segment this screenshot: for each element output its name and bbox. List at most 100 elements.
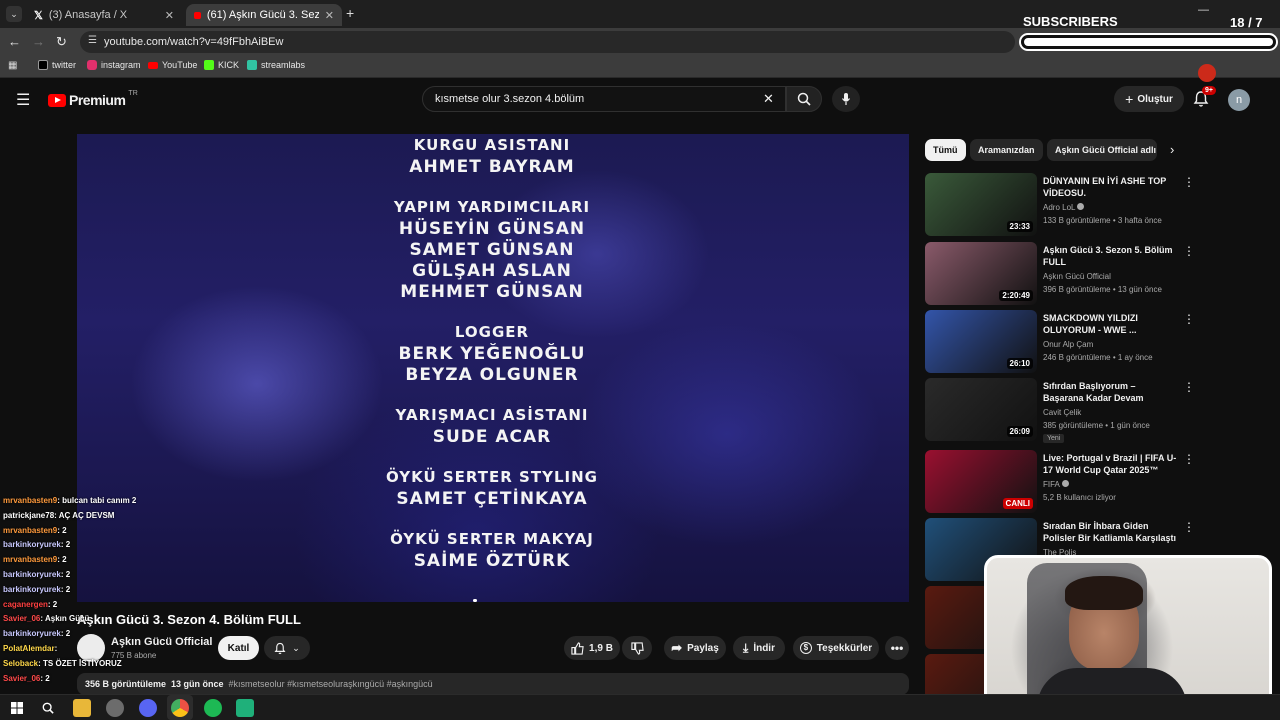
recommended-video[interactable]: 2:20:49 Aşkın Gücü 3. Sezon 5. Bölüm FULL…	[925, 242, 1255, 306]
channel-avatar[interactable]	[77, 634, 105, 662]
share-button[interactable]: ➦ Paylaş	[664, 636, 726, 660]
bookmark-instagram[interactable]: instagram	[87, 60, 141, 70]
chat-message: caganergen: 2	[3, 600, 57, 609]
video-thumbnail[interactable]: 23:33	[925, 173, 1037, 236]
credit-role: YAPIM YARDIMCILARI	[393, 198, 591, 216]
account-avatar[interactable]: n	[1228, 89, 1250, 111]
recommended-title[interactable]: Aşkın Gücü 3. Sezon 5. Bölüm FULL	[1043, 244, 1177, 268]
tab-twitter[interactable]: 𝕏 (3) Anasayfa / X ✕	[26, 4, 182, 26]
clear-search-icon[interactable]: ✕	[763, 91, 774, 107]
more-vertical-icon[interactable]: ⋮	[1183, 380, 1195, 394]
minimize-window-icon[interactable]: —	[1198, 4, 1209, 16]
chat-text: : Aşkın Gücü	[40, 614, 90, 624]
search-input[interactable]: kısmetse olur 3.sezon 4.bölüm ✕	[422, 86, 786, 112]
notifications-button[interactable]: 9+	[1193, 86, 1216, 108]
progress-scrubber[interactable]	[473, 599, 477, 602]
back-icon[interactable]: ←	[8, 34, 21, 49]
recommended-meta: 133 B görüntüleme • 3 hafta önce	[1043, 216, 1162, 225]
recommended-title[interactable]: Sıradan Bir İhbara Giden Polisler Bir Ka…	[1043, 520, 1177, 544]
credit-name: MEHMET GÜNSAN	[400, 282, 584, 302]
recommended-video[interactable]: 26:09 Sıfırdan Başlıyorum – Başarana Kada…	[925, 378, 1255, 443]
search-icon[interactable]	[39, 699, 57, 717]
chat-text: : 2	[40, 673, 50, 683]
recommended-channel[interactable]: Onur Alp Çam	[1043, 340, 1093, 349]
join-button[interactable]: Katıl	[218, 636, 259, 660]
subscription-bell-button[interactable]: ⌄	[264, 636, 310, 660]
menu-icon[interactable]: ☰	[16, 90, 30, 110]
recommended-channel[interactable]: FIFA	[1043, 480, 1069, 489]
x-logo-icon	[38, 60, 48, 70]
windows-start-icon[interactable]	[8, 699, 26, 717]
address-bar[interactable]: ☰ youtube.com/watch?v=49fFbhAiBEw	[80, 31, 1015, 53]
tab-list-button[interactable]: ⌄	[6, 6, 22, 22]
recommended-video[interactable]: 26:10 SMACKDOWN YILDIZI OLUYORUM - WWE ..…	[925, 310, 1255, 374]
app-launcher-icon[interactable]	[236, 699, 254, 717]
recommended-channel[interactable]: Aşkın Gücü Official	[1043, 272, 1111, 281]
duration-badge: 26:09	[1006, 426, 1033, 437]
youtube-logo[interactable]: Premium TR	[48, 90, 138, 108]
kick-icon	[204, 60, 214, 70]
reload-icon[interactable]: ↻	[56, 34, 67, 50]
channel-name[interactable]: Aşkın Gücü Official	[111, 636, 212, 648]
video-thumbnail[interactable]: 26:10	[925, 310, 1037, 373]
recommended-title[interactable]: SMACKDOWN YILDIZI OLUYORUM - WWE ...	[1043, 312, 1177, 336]
more-vertical-icon[interactable]: ⋮	[1183, 175, 1195, 189]
recommended-title[interactable]: Sıfırdan Başlıyorum – Başarana Kadar Dev…	[1043, 380, 1177, 404]
site-info-icon[interactable]: ☰	[88, 35, 97, 46]
video-player[interactable]: KURGU ASISTANI AHMET BAYRAM YAPIM YARDIMCI…	[77, 134, 909, 602]
tab-youtube-video[interactable]: (61) Aşkın Gücü 3. Sezon 4. Bölü ✕	[186, 4, 342, 26]
close-tab-icon[interactable]: ✕	[325, 9, 334, 22]
new-tab-button[interactable]: +	[346, 5, 354, 21]
chip-from-your-search[interactable]: Aramanızdan	[970, 139, 1043, 161]
forward-icon[interactable]: →	[32, 34, 45, 49]
dislike-button[interactable]	[622, 636, 652, 660]
create-button[interactable]: + Oluştur	[1114, 86, 1184, 112]
recommended-video[interactable]: CANLI Live: Portugal v Brazil | FIFA U-17…	[925, 450, 1255, 514]
chip-channel[interactable]: Aşkın Gücü Official adlı	[1047, 139, 1157, 161]
voice-search-button[interactable]	[832, 86, 860, 112]
more-vertical-icon[interactable]: ⋮	[1183, 244, 1195, 258]
recommended-title[interactable]: DÜNYANIN EN İYİ ASHE TOP VİDEOSU.	[1043, 175, 1177, 199]
like-button[interactable]: 1,9 B	[564, 636, 620, 660]
video-thumbnail[interactable]: 26:09	[925, 378, 1037, 441]
recommended-channel[interactable]: Cavit Çelik	[1043, 408, 1081, 417]
verified-icon	[1077, 203, 1085, 210]
upload-age: 13 gün önce	[171, 679, 224, 689]
bookmark-kick[interactable]: KICK	[204, 60, 239, 70]
description-box[interactable]: 356 B görüntüleme 13 gün önce #kısmetseo…	[77, 673, 909, 695]
chat-text: : bulcan tabi canım 2	[57, 496, 137, 505]
recommended-title[interactable]: Live: Portugal v Brazil | FIFA U-17 Worl…	[1043, 452, 1177, 476]
close-tab-icon[interactable]: ✕	[165, 9, 174, 22]
chat-text: : TS ÖZET İSTİYORUZ	[38, 658, 122, 668]
video-thumbnail[interactable]: CANLI	[925, 450, 1037, 513]
thumbs-down-icon	[630, 641, 644, 655]
bookmark-youtube[interactable]: YouTube	[148, 60, 197, 70]
bookmark-streamlabs[interactable]: streamlabs	[247, 60, 305, 70]
file-explorer-icon[interactable]	[73, 699, 91, 717]
download-button[interactable]: ⤓ İndir	[733, 636, 785, 660]
spotify-icon[interactable]	[204, 699, 222, 717]
video-title: Aşkın Gücü 3. Sezon 4. Bölüm FULL	[77, 612, 301, 627]
more-vertical-icon[interactable]: ⋮	[1183, 452, 1195, 466]
search-button[interactable]	[786, 86, 822, 112]
chat-username: barkinkoryurek	[3, 629, 61, 639]
more-actions-button[interactable]: •••	[885, 636, 909, 660]
video-thumbnail[interactable]: 2:20:49	[925, 242, 1037, 305]
chat-text: : AÇ AÇ DEVSM	[54, 510, 115, 520]
recommended-channel[interactable]: Adro LoL	[1043, 203, 1085, 212]
app-icon[interactable]	[106, 699, 124, 717]
recommended-video[interactable]: 23:33 DÜNYANIN EN İYİ ASHE TOP VİDEOSU. Ad…	[925, 173, 1255, 237]
bookmark-twitter[interactable]: twitter	[38, 60, 76, 70]
thanks-button[interactable]: $ Teşekkürler	[793, 636, 879, 660]
credit-role: YARIŞMACI ASİSTANI	[395, 406, 589, 424]
chip-all[interactable]: Tümü	[925, 139, 966, 161]
more-vertical-icon[interactable]: ⋮	[1183, 520, 1195, 534]
download-icon: ⤓	[743, 640, 749, 655]
chips-next-icon[interactable]: ›	[1170, 142, 1174, 157]
chat-message: barkinkoryurek: 2	[3, 540, 70, 549]
more-vertical-icon[interactable]: ⋮	[1183, 312, 1195, 326]
instagram-icon	[87, 60, 97, 70]
discord-icon[interactable]	[139, 699, 157, 717]
apps-grid-icon[interactable]: ▦	[8, 60, 17, 71]
hashtags[interactable]: #kısmetseolur #kısmetseoluraşkıngücü #aş…	[229, 679, 433, 689]
